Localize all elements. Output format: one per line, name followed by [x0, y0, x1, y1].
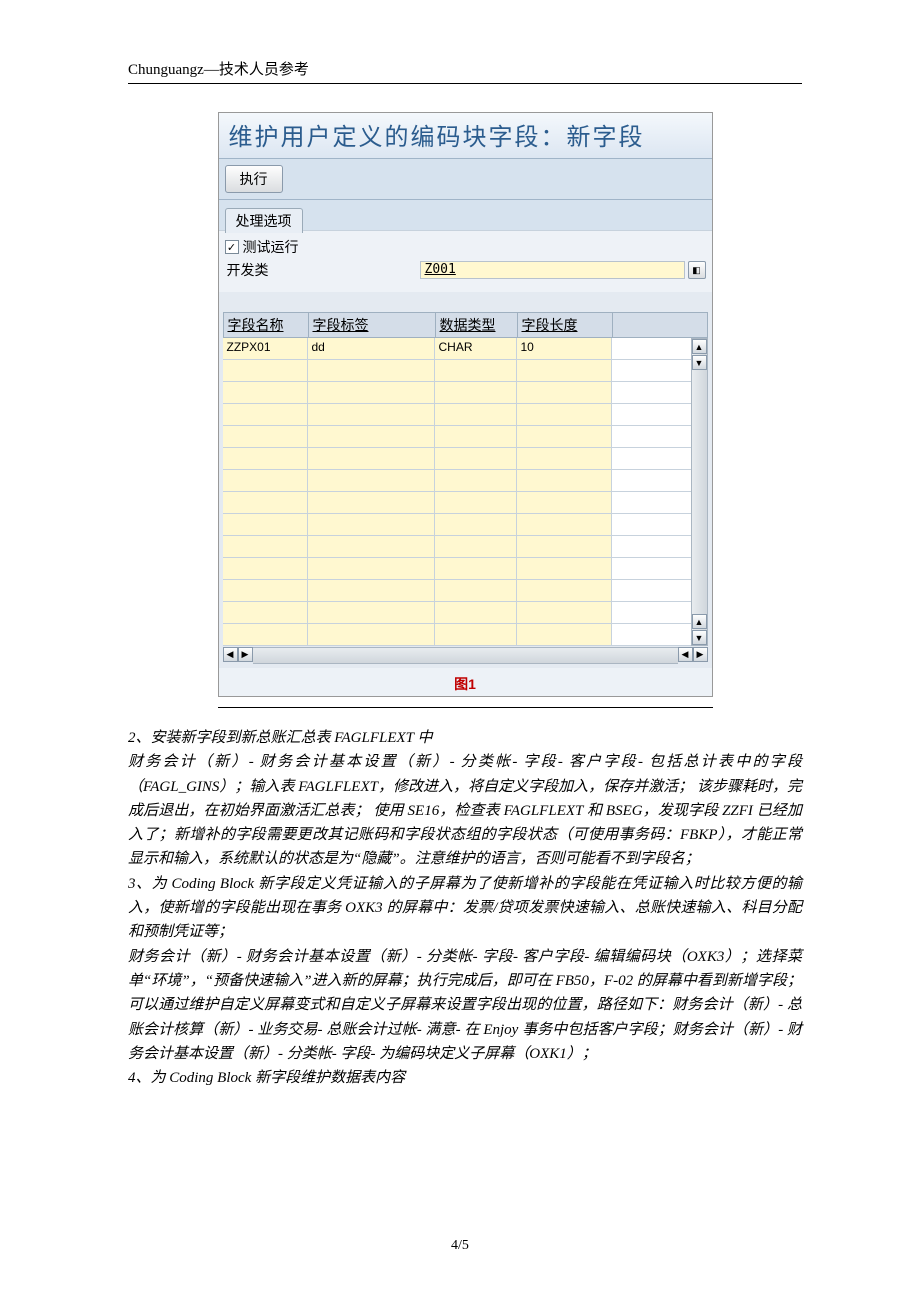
figure-bottom-rule [218, 707, 713, 708]
scroll-track[interactable] [253, 647, 678, 664]
paragraph: 3、为 Coding Block 新字段定义凭证输入的子屏幕为了使新增补的字段能… [128, 872, 802, 945]
grid-row[interactable] [223, 360, 691, 382]
grid-header-datatype: 数据类型 [436, 313, 518, 337]
grid-row[interactable] [223, 492, 691, 514]
grid-cell-datatype[interactable]: CHAR [435, 338, 517, 359]
grid-cell-fieldlabel[interactable]: dd [308, 338, 435, 359]
header-divider [128, 83, 802, 84]
grid-cell-fieldlength[interactable]: 10 [517, 338, 612, 359]
document-body-text: 2、安装新字段到新总账汇总表 FAGLFLEXT 中 财务会计（新）- 财务会计… [128, 726, 802, 1090]
scroll-right-icon[interactable]: ▶ [238, 647, 253, 662]
grid-row[interactable] [223, 536, 691, 558]
scroll-down-icon[interactable]: ▼ [692, 630, 707, 645]
grid-row[interactable] [223, 558, 691, 580]
dev-class-label: 开发类 [225, 260, 420, 280]
tab-processing-options[interactable]: 处理选项 [225, 208, 303, 233]
grid-row[interactable]: ZZPX01 dd CHAR 10 [223, 338, 691, 360]
grid-header-fieldname: 字段名称 [224, 313, 309, 337]
grid-row[interactable] [223, 382, 691, 404]
grid-header-fieldlabel: 字段标签 [309, 313, 436, 337]
sap-screenshot: 维护用户定义的编码块字段：新字段 执行 处理选项 ✓ 测试运行 开发类 Z001… [218, 112, 713, 697]
grid-row[interactable] [223, 404, 691, 426]
sap-grid: 字段名称 字段标签 数据类型 字段长度 ZZPX01 dd CHAR 10 [219, 292, 712, 668]
dev-class-help-button[interactable]: ◧ [688, 261, 706, 279]
grid-body-cells: ZZPX01 dd CHAR 10 [223, 338, 691, 646]
grid-header-row: 字段名称 字段标签 数据类型 字段长度 [223, 312, 708, 338]
sap-form-area: ✓ 测试运行 开发类 Z001 ◧ [219, 230, 712, 292]
paragraph: 2、安装新字段到新总账汇总表 FAGLFLEXT 中 [128, 726, 802, 750]
scroll-down-icon[interactable]: ▼ [692, 355, 707, 370]
grid-row[interactable] [223, 470, 691, 492]
scroll-up-icon[interactable]: ▲ [692, 339, 707, 354]
sap-tab-strip: 处理选项 [219, 200, 712, 230]
scroll-right-icon[interactable]: ▶ [693, 647, 708, 662]
paragraph: 财务会计（新）- 财务会计基本设置（新）- 分类帐- 字段- 客户字段- 编辑编… [128, 945, 802, 1066]
test-run-label: 测试运行 [243, 237, 299, 257]
page-number: 4/5 [0, 1238, 920, 1254]
grid-row[interactable] [223, 426, 691, 448]
grid-header-spacer [613, 313, 707, 337]
test-run-checkbox[interactable]: ✓ [225, 240, 239, 254]
grid-row[interactable] [223, 448, 691, 470]
grid-header-fieldlength: 字段长度 [518, 313, 613, 337]
paragraph: 4、为 Coding Block 新字段维护数据表内容 [128, 1066, 802, 1090]
paragraph: 财务会计（新）- 财务会计基本设置（新）- 分类帐- 字段- 客户字段- 包括总… [128, 750, 802, 871]
grid-row[interactable] [223, 602, 691, 624]
grid-horizontal-scrollbar[interactable]: ◀ ▶ ◀ ▶ [223, 647, 708, 664]
grid-row[interactable] [223, 580, 691, 602]
grid-cell-spacer [612, 338, 691, 359]
scroll-left-icon[interactable]: ◀ [223, 647, 238, 662]
dev-class-input[interactable]: Z001 [420, 261, 685, 279]
scroll-left-icon[interactable]: ◀ [678, 647, 693, 662]
document-header: Chunguangz—技术人员参考 [128, 58, 802, 79]
grid-row[interactable] [223, 514, 691, 536]
grid-row[interactable] [223, 624, 691, 646]
sap-toolbar: 执行 [219, 159, 712, 200]
scroll-up-icon[interactable]: ▲ [692, 614, 707, 629]
figure-caption: 图1 [219, 674, 712, 694]
grid-cell-fieldname[interactable]: ZZPX01 [223, 338, 308, 359]
execute-button[interactable]: 执行 [225, 165, 283, 193]
grid-vertical-scrollbar[interactable]: ▲ ▼ ▲ ▼ [691, 338, 708, 646]
sap-screen-title: 维护用户定义的编码块字段：新字段 [219, 113, 712, 159]
